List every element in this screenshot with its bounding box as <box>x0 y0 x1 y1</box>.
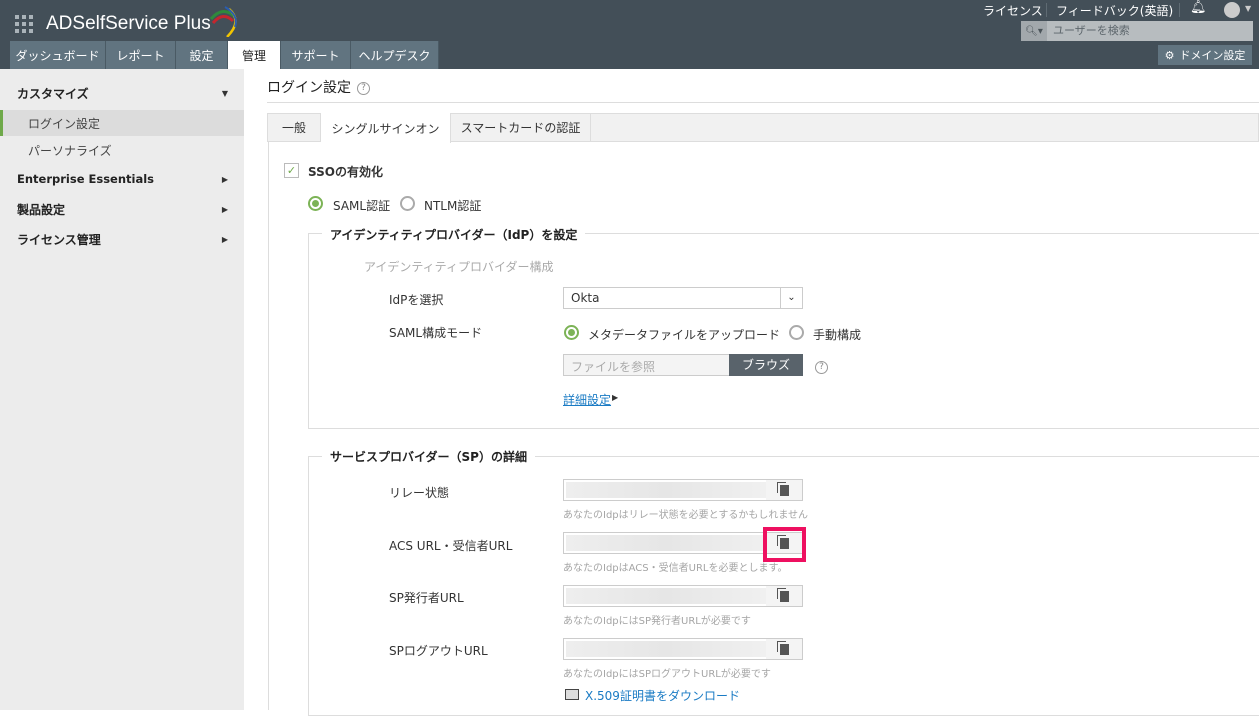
nav-tab-helpdesk[interactable]: ヘルプデスク <box>351 41 439 69</box>
page-title-text: ログイン設定 <box>267 80 351 96</box>
user-search[interactable]: 🔍︎▾ ユーザーを検索 <box>1021 21 1253 41</box>
sso-enable-checkbox[interactable]: ✓ <box>284 163 299 178</box>
idp-subtitle: アイデンティティプロバイダー構成 <box>364 260 554 274</box>
idp-select-value: Okta <box>571 291 600 305</box>
sp-logout-hint: あなたのIdpにはSPログアウトURLが必要です <box>563 669 771 680</box>
app-logo[interactable]: ADSelfService Plus <box>46 13 211 35</box>
sso-enable-label: SSOの有効化 <box>308 165 383 179</box>
caret-right-icon: ▶ <box>221 204 228 214</box>
caret-right-icon: ▶ <box>221 234 228 244</box>
sidebar-label: Enterprise Essentials <box>17 172 155 186</box>
tab-general[interactable]: 一般 <box>268 113 321 142</box>
sp-logout-label: SPログアウトURL <box>389 644 488 658</box>
acs-url-hint: あなたのIdpはACS・受信者URLを必要とします。 <box>563 563 788 574</box>
nav-tab-dashboard[interactable]: ダッシュボード <box>10 41 106 69</box>
divider <box>268 142 269 710</box>
nav-tab-settings[interactable]: 設定 <box>176 41 228 69</box>
idp-select[interactable]: Okta ⌄ <box>563 287 803 309</box>
domain-settings-label: ドメイン設定 <box>1179 49 1246 62</box>
file-input[interactable]: ファイルを参照 <box>563 354 730 376</box>
nav-tab-admin[interactable]: 管理 <box>228 41 281 69</box>
sp-legend: サービスプロバイダー（SP）の詳細 <box>322 448 535 465</box>
sp-issuer-hint: あなたのIdpにはSP発行者URLが必要です <box>563 616 751 627</box>
sidebar-item-login-settings[interactable]: ログイン設定 <box>0 110 244 136</box>
saml-mode-label: SAML構成モード <box>389 326 483 340</box>
sidebar-license-mgmt[interactable]: ライセンス管理 ▶ <box>0 227 244 251</box>
bell-icon[interactable]: 🔔︎ <box>1190 0 1207 15</box>
divider <box>1046 3 1047 17</box>
download-cert-link[interactable]: X.509証明書をダウンロード <box>585 687 740 704</box>
nav-tab-reports[interactable]: レポート <box>106 41 176 69</box>
sidebar-label: ライセンス管理 <box>17 232 101 247</box>
sidebar-product-settings[interactable]: 製品設定 ▶ <box>0 197 244 221</box>
relay-state-label: リレー状態 <box>389 486 450 500</box>
idp-select-label: IdPを選択 <box>389 293 444 307</box>
certificate-icon <box>565 689 579 700</box>
sp-issuer-field[interactable] <box>563 585 803 607</box>
copy-icon[interactable] <box>766 639 802 659</box>
sidebar-item-personalize[interactable]: パーソナライズ <box>0 137 244 163</box>
caret-down-icon: ▼ <box>221 88 228 98</box>
tab-smartcard[interactable]: スマートカードの認証 <box>451 113 591 142</box>
tab-sso[interactable]: シングルサインオン <box>321 113 451 143</box>
chevron-down-icon[interactable]: ⌄ <box>780 288 802 308</box>
sidebar-label: ログイン設定 <box>28 116 101 131</box>
sidebar-label: パーソナライズ <box>28 143 112 158</box>
advanced-settings-link[interactable]: 詳細設定 <box>563 391 611 408</box>
domain-settings-button[interactable]: ⚙ ドメイン設定 <box>1158 45 1252 65</box>
help-icon[interactable]: ? <box>815 361 828 374</box>
help-icon[interactable]: ? <box>357 81 370 95</box>
divider <box>1179 3 1180 17</box>
gear-icon: ⚙ <box>1164 48 1175 62</box>
copy-icon[interactable] <box>766 586 802 606</box>
upload-radio[interactable] <box>564 325 579 340</box>
top-header: ADSelfService Plus ダッシュボード レポート 設定 管理 サポ… <box>0 0 1259 69</box>
sidebar: カスタマイズ ▼ ログイン設定 パーソナライズ Enterprise Essent… <box>0 69 244 710</box>
ntlm-label: NTLM認証 <box>424 199 482 213</box>
page-title: ログイン設定? <box>267 77 370 97</box>
saml-label: SAML認証 <box>333 199 391 213</box>
app-grid-icon[interactable] <box>15 15 33 33</box>
ntlm-radio[interactable] <box>400 196 415 211</box>
feedback-link[interactable]: フィードバック(英語) <box>1056 2 1173 19</box>
divider <box>267 102 1259 103</box>
sidebar-customize[interactable]: カスタマイズ ▼ <box>0 81 244 105</box>
relay-state-field[interactable] <box>563 479 803 501</box>
sidebar-label: カスタマイズ <box>17 86 89 101</box>
relay-state-hint: あなたのIdpはリレー状態を必要とするかもしれません <box>563 510 809 521</box>
saml-radio[interactable] <box>308 196 323 211</box>
nav-tab-support[interactable]: サポート <box>281 41 351 69</box>
license-link[interactable]: ライセンス <box>983 2 1043 19</box>
search-input[interactable]: ユーザーを検索 <box>1047 21 1130 41</box>
sidebar-label: 製品設定 <box>17 202 66 217</box>
copy-icon[interactable] <box>766 480 802 500</box>
chevron-down-icon[interactable]: ▼ <box>1245 4 1251 13</box>
sp-issuer-label: SP発行者URL <box>389 591 464 605</box>
idp-legend: アイデンティティプロバイダー（IdP）を設定 <box>322 226 586 243</box>
upload-label: メタデータファイルをアップロード <box>588 328 781 342</box>
caret-right-icon: ▶ <box>221 174 228 184</box>
browse-button[interactable]: ブラウズ <box>729 354 803 376</box>
user-avatar-icon[interactable] <box>1224 2 1240 18</box>
caret-right-icon: ▶ <box>612 393 619 402</box>
search-icon[interactable]: 🔍︎▾ <box>1021 21 1047 41</box>
highlight-box <box>763 527 806 562</box>
sp-logout-field[interactable] <box>563 638 803 660</box>
sidebar-enterprise[interactable]: Enterprise Essentials ▶ <box>0 167 244 191</box>
manual-radio[interactable] <box>789 325 804 340</box>
acs-url-label: ACS URL・受信者URL <box>389 539 513 553</box>
logo-swoosh-icon <box>209 6 237 37</box>
manual-label: 手動構成 <box>813 328 862 342</box>
